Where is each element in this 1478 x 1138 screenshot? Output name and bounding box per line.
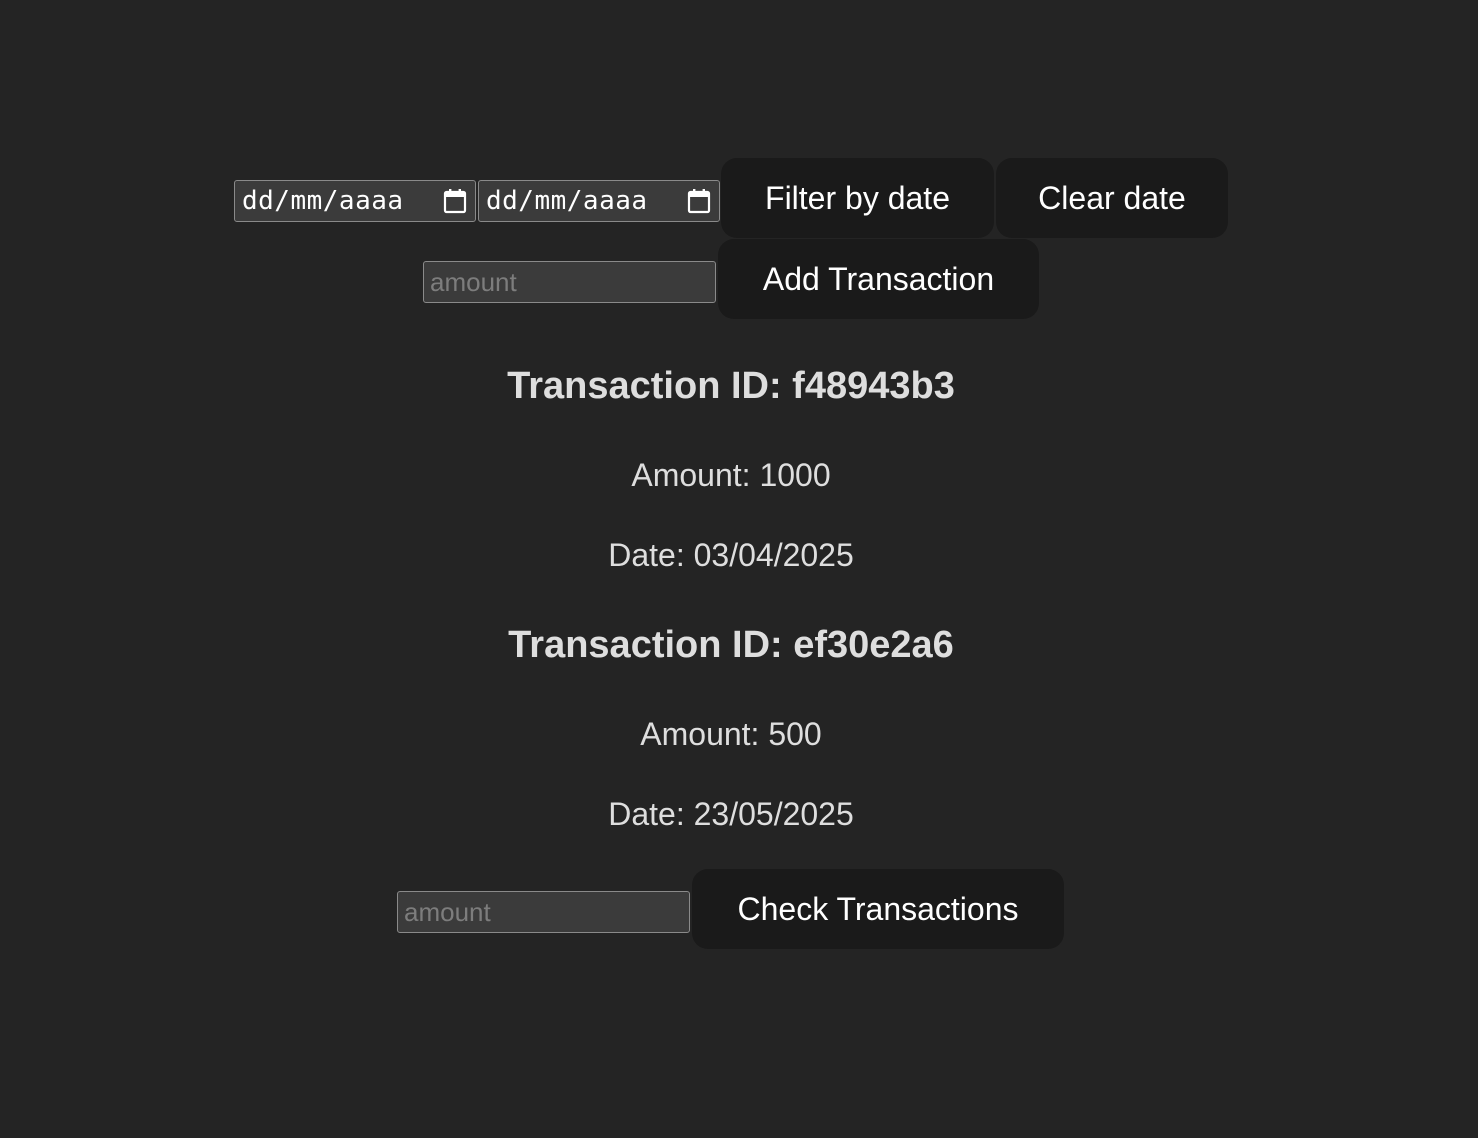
transaction-date: Date: 23/05/2025 — [608, 796, 854, 832]
check-transactions-button[interactable]: Check Transactions — [692, 869, 1064, 949]
end-date-placeholder: dd/mm/aaaa — [486, 186, 648, 216]
calendar-icon[interactable] — [687, 188, 711, 214]
check-amount-input[interactable] — [397, 891, 690, 933]
calendar-icon[interactable] — [443, 188, 467, 214]
transaction-amount: Amount: 500 — [640, 716, 822, 752]
transaction-id-heading: Transaction ID: f48943b3 — [507, 365, 955, 407]
transaction-id-heading: Transaction ID: ef30e2a6 — [508, 624, 954, 666]
filter-by-date-button[interactable]: Filter by date — [721, 158, 994, 238]
add-transaction-button[interactable]: Add Transaction — [718, 239, 1039, 319]
start-date-input[interactable]: dd/mm/aaaa — [234, 180, 476, 222]
clear-date-button[interactable]: Clear date — [996, 158, 1228, 238]
start-date-placeholder: dd/mm/aaaa — [242, 186, 404, 216]
transaction-amount: Amount: 1000 — [631, 457, 831, 493]
add-amount-input[interactable] — [423, 261, 716, 303]
transaction-date: Date: 03/04/2025 — [608, 537, 854, 573]
end-date-input[interactable]: dd/mm/aaaa — [478, 180, 720, 222]
